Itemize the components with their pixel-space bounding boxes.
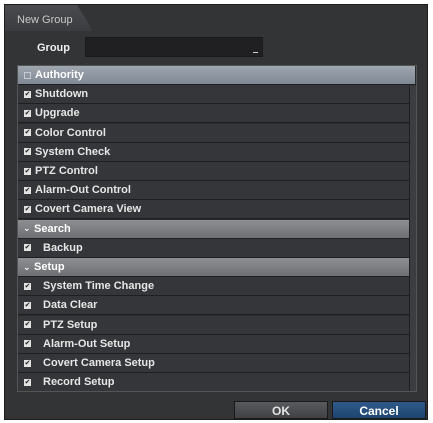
row-label: Shutdown [35,88,89,101]
chevron-down-icon[interactable]: ⌄ [23,262,31,273]
permission-row[interactable]: ✔ Color Control [18,123,415,143]
row-label: Color Control [35,126,106,139]
checkbox-icon[interactable]: ✔ [24,205,31,213]
row-label: Upgrade [35,107,80,120]
cancel-button[interactable]: Cancel [332,401,426,419]
row-label: Alarm-Out Setup [43,337,131,350]
permission-row[interactable]: ✔ Covert Camera View [18,200,415,220]
permission-row[interactable]: ✔ PTZ Control [18,162,415,181]
row-label: Setup [34,261,65,273]
checkbox-icon[interactable]: ✔ [24,148,31,156]
row-label: Backup [43,241,83,254]
row-label: System Time Change [43,280,155,293]
row-label: Record Setup [43,376,115,389]
checkbox-icon[interactable]: ✔ [24,321,31,329]
checkbox-icon[interactable]: ✔ [24,340,31,348]
permission-row[interactable]: ✔ System Check [18,142,415,162]
row-label: System Check [35,145,111,158]
chevron-down-icon[interactable]: ⌄ [23,223,31,234]
permission-row[interactable]: ✔ Record Setup [18,373,415,391]
row-label: Alarm-Out Control [35,184,131,197]
row-label: Search [34,222,71,235]
row-label: Authority [35,69,84,81]
dialog-title: New Group [17,14,73,26]
checkbox-icon[interactable]: ✔ [24,129,31,137]
ok-button[interactable]: OK [234,401,328,419]
checkbox-icon[interactable]: ✔ [24,109,31,117]
checkbox-icon[interactable]: ✔ [24,90,31,98]
permission-row[interactable]: ✔ PTZ Setup [18,315,415,335]
checkbox-icon[interactable] [24,71,31,79]
checkbox-icon[interactable]: ✔ [24,359,31,367]
section-header[interactable]: ⌄ Search [18,219,415,239]
group-label: Group [37,42,70,54]
row-label: Covert Camera View [35,203,142,216]
section-header[interactable]: Authority [18,66,415,85]
checkbox-icon[interactable]: ✔ [24,167,31,175]
section-header[interactable]: ⌄ Setup [18,258,415,277]
authority-list: Authority ✔ Shutdown ✔ Upgrade ✔ Color Control… [17,65,417,392]
checkbox-icon[interactable]: ✔ [24,301,31,309]
permission-row[interactable]: ✔ Backup [18,238,415,258]
permission-row[interactable]: ✔ Data Clear [18,296,415,316]
permission-row[interactable]: ✔ Upgrade [18,104,415,124]
row-label: PTZ Control [35,165,98,177]
permission-row[interactable]: ✔ Alarm-Out Setup [18,334,415,354]
row-label: Data Clear [43,299,98,312]
checkbox-icon[interactable]: ✔ [24,244,31,252]
text-cursor [253,52,258,53]
permission-row[interactable]: ✔ Covert Camera Setup [18,354,415,373]
checkbox-icon[interactable]: ✔ [24,186,31,194]
permission-row[interactable]: ✔ System Time Change [18,277,415,297]
list-scrollbar[interactable] [409,86,416,391]
permission-row[interactable]: ✔ Alarm-Out Control [18,181,415,201]
group-name-input[interactable] [85,37,263,57]
checkbox-icon[interactable]: ✔ [24,282,31,290]
checkbox-icon[interactable]: ✔ [24,378,31,386]
row-label: PTZ Setup [43,318,98,331]
row-label: Covert Camera Setup [43,357,155,369]
permission-row[interactable]: ✔ Shutdown [18,85,415,105]
new-group-dialog: New Group Group Authority ✔ Shutdown ✔ Upgra… [4,4,428,420]
